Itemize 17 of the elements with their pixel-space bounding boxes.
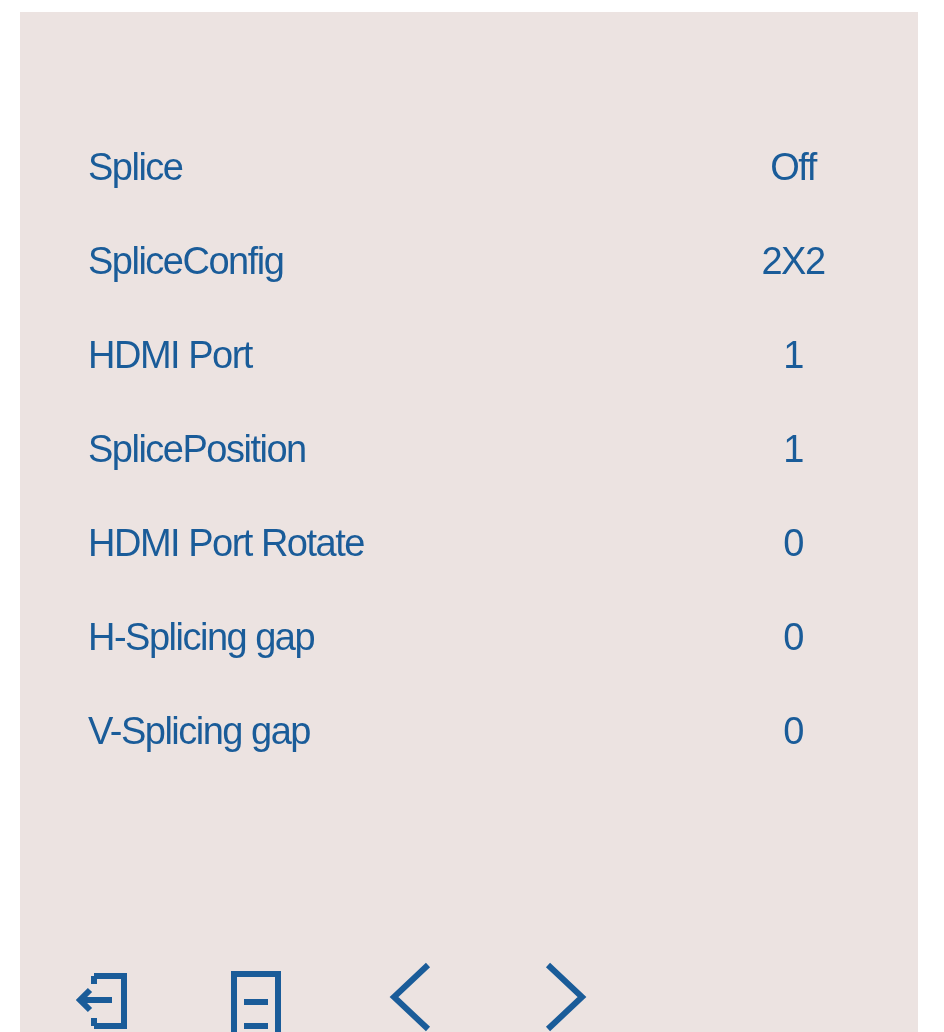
- setting-label: H-Splicing gap: [88, 615, 316, 659]
- setting-value: 0: [782, 615, 804, 659]
- setting-value: 0: [782, 521, 804, 565]
- chevron-left-icon[interactable]: [388, 962, 432, 1032]
- setting-label: HDMI Port Rotate: [88, 521, 365, 565]
- setting-value: 2X2: [760, 239, 826, 283]
- setting-label: SplicePosition: [88, 427, 307, 471]
- chevron-right-icon[interactable]: [544, 962, 588, 1032]
- setting-label: Splice: [88, 145, 184, 189]
- setting-label: HDMI Port: [88, 333, 254, 377]
- setting-value: 0: [782, 709, 804, 753]
- menu-icon[interactable]: [230, 970, 282, 1032]
- setting-value: 1: [782, 427, 804, 471]
- setting-label: SpliceConfig: [88, 239, 285, 283]
- setting-value: 1: [782, 333, 804, 377]
- setting-label: V-Splicing gap: [88, 709, 311, 753]
- setting-value: Off: [769, 145, 818, 189]
